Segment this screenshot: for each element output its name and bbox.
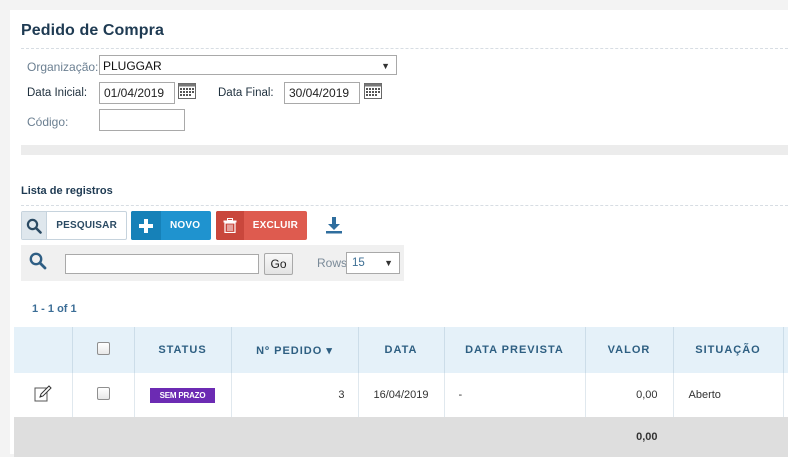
col-valor[interactable]: VALOR: [585, 327, 674, 373]
pesquisar-button[interactable]: PESQUISAR: [21, 211, 127, 240]
data-inicial-input[interactable]: 01/04/2019: [99, 82, 175, 104]
situacao-cell: Aberto: [673, 373, 784, 417]
total-valor: 0,00: [585, 417, 674, 457]
col-select: [72, 327, 135, 373]
select-all-checkbox[interactable]: [96, 342, 110, 355]
total-spacer: [231, 417, 359, 457]
total-spacer: [444, 417, 586, 457]
col-data[interactable]: DATA: [358, 327, 445, 373]
edit-cell[interactable]: [14, 373, 73, 417]
chevron-down-icon: ▼: [384, 258, 393, 268]
search-icon: [22, 212, 48, 239]
plus-icon: [131, 211, 161, 240]
table-row[interactable]: SEM PRAZO 3 16/04/2019 - 0,00 Aberto: [14, 373, 788, 417]
col-data-prevista[interactable]: DATA PREVISTA: [444, 327, 586, 373]
organizacao-label: Organização:: [27, 60, 99, 74]
rows-select[interactable]: 15 ▼: [346, 252, 400, 274]
status-badge: SEM PRAZO: [149, 387, 216, 403]
codigo-input[interactable]: [99, 109, 185, 131]
rows-value: 15: [352, 257, 365, 269]
download-icon[interactable]: [325, 216, 343, 234]
excluir-button[interactable]: EXCLUIR: [216, 211, 307, 240]
calendar-icon[interactable]: [364, 83, 382, 99]
col-status[interactable]: STATUS: [134, 327, 232, 373]
total-spacer: [72, 417, 135, 457]
pedido-cell: 3: [231, 373, 359, 417]
orders-table: STATUS Nº PEDIDO ▾ DATA DATA PREVISTA VA…: [14, 327, 788, 457]
trash-icon: [216, 211, 244, 240]
rows-label: Rows: [317, 256, 348, 270]
total-spacer: [673, 417, 784, 457]
col-pedido[interactable]: Nº PEDIDO ▾: [231, 327, 359, 373]
novo-label: NOVO: [170, 220, 201, 231]
col-edit: [14, 327, 73, 373]
select-cell: [72, 373, 135, 417]
total-row: 0,00: [14, 417, 788, 457]
go-button[interactable]: Go: [264, 253, 293, 275]
extra-cell: [783, 373, 788, 417]
section-divider: [21, 205, 788, 206]
novo-button[interactable]: NOVO: [131, 211, 211, 240]
valor-cell: 0,00: [585, 373, 674, 417]
organizacao-value: PLUGGAR: [103, 59, 162, 73]
data-inicial-label: Data Inicial:: [27, 87, 88, 99]
total-spacer: [783, 417, 788, 457]
status-cell: SEM PRAZO: [134, 373, 232, 417]
section-title: Lista de registros: [21, 185, 113, 197]
search-icon: [29, 252, 47, 270]
data-cell: 16/04/2019: [358, 373, 445, 417]
calendar-icon[interactable]: [178, 83, 196, 99]
title-divider: [21, 48, 788, 49]
col-situacao[interactable]: SITUAÇÃO: [673, 327, 784, 373]
excluir-label: EXCLUIR: [252, 220, 298, 231]
table-header-row: STATUS Nº PEDIDO ▾ DATA DATA PREVISTA VA…: [14, 327, 788, 373]
top-band: [0, 0, 788, 10]
form-separator: [21, 145, 788, 155]
edit-icon[interactable]: [34, 384, 52, 403]
data-final-label: Data Final:: [218, 87, 274, 99]
record-count: 1 - 1 of 1: [32, 303, 77, 315]
total-spacer: [134, 417, 232, 457]
row-checkbox[interactable]: [96, 387, 110, 400]
codigo-label: Código:: [27, 115, 69, 129]
filter-bar: Go Rows 15 ▼: [21, 245, 404, 281]
total-spacer: [358, 417, 445, 457]
total-spacer: [14, 417, 73, 457]
data-prevista-cell: -: [444, 373, 586, 417]
organizacao-select[interactable]: PLUGGAR ▼: [99, 55, 397, 75]
search-input[interactable]: [65, 254, 259, 274]
chevron-down-icon: ▼: [381, 61, 390, 71]
col-extra: [783, 327, 788, 373]
data-final-input[interactable]: 30/04/2019: [284, 82, 360, 104]
page-title: Pedido de Compra: [21, 22, 164, 39]
pesquisar-label: PESQUISAR: [56, 220, 117, 231]
